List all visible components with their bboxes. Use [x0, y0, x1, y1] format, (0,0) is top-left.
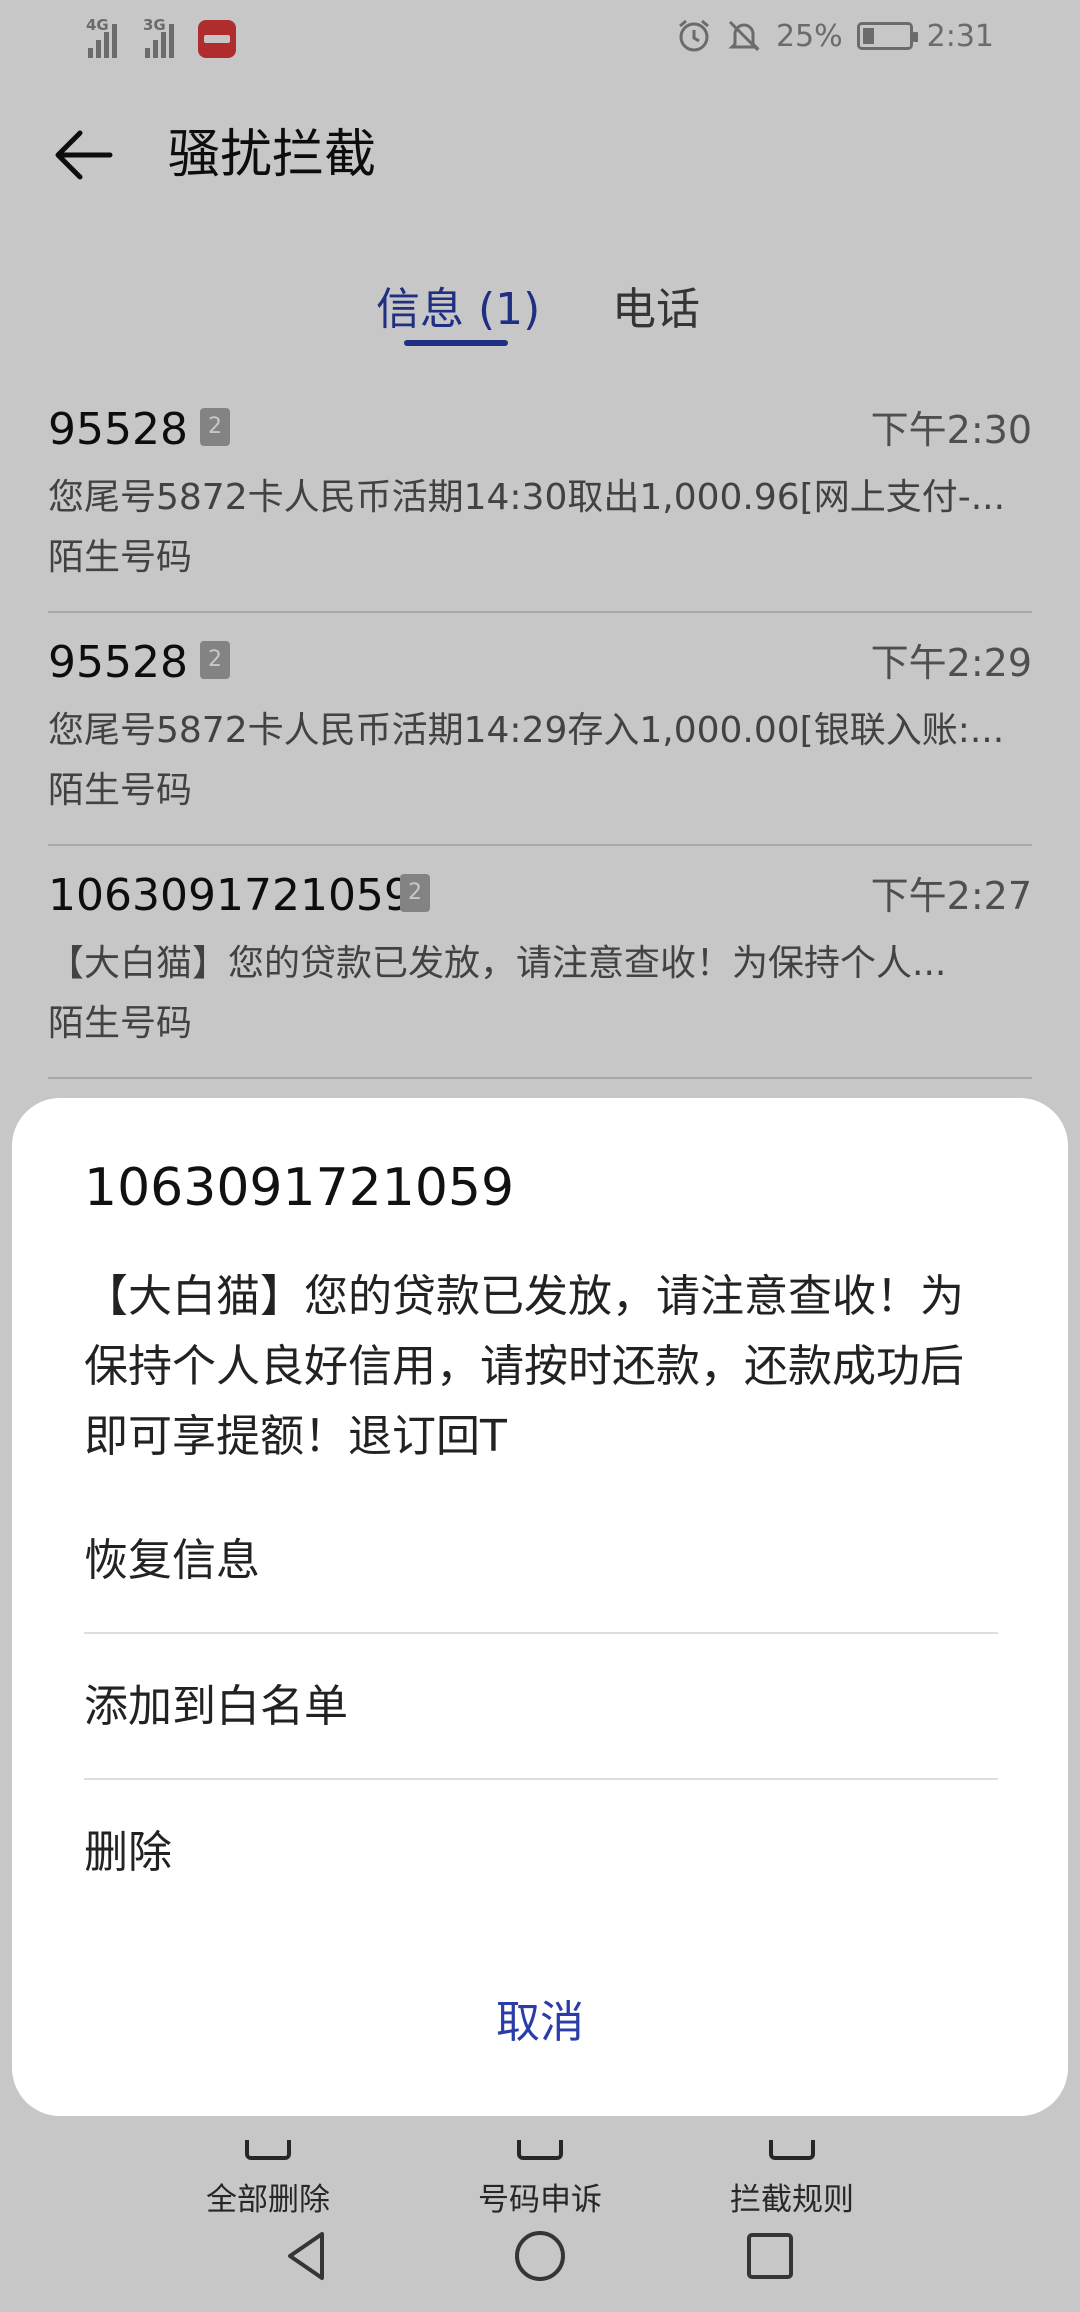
add-to-whitelist-option[interactable]: 添加到白名单 — [84, 1634, 998, 1780]
delete-option[interactable]: 删除 — [84, 1780, 998, 1926]
dialog-message-body: 【大白猫】您的贷款已发放，请注意查收！为保持个人良好信用，请按时还款，还款成功后… — [84, 1271, 964, 1462]
message-dialog: 1063091721059 【大白猫】您的贷款已发放，请注意查收！为保持个人良好… — [12, 1098, 1068, 2116]
dialog-title: 1063091721059 — [84, 1158, 515, 1218]
restore-message-option[interactable]: 恢复信息 — [84, 1488, 998, 1634]
cancel-button[interactable]: 取消 — [12, 1988, 1068, 2058]
